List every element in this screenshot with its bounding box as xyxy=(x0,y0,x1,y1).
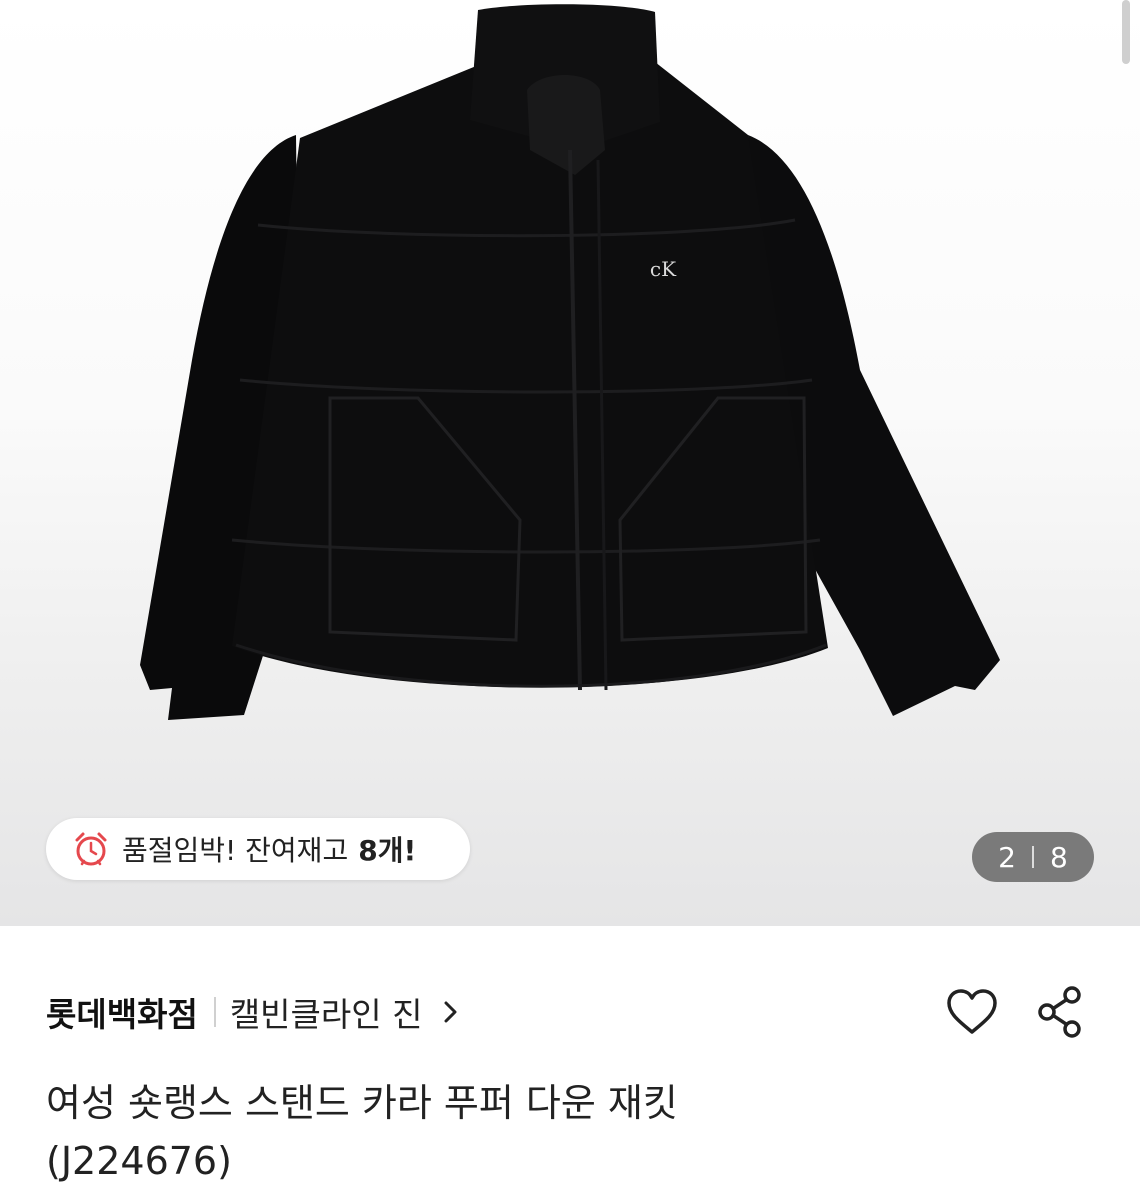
share-button[interactable] xyxy=(1032,984,1088,1040)
product-title-line1: 여성 숏랭스 스탠드 카라 푸퍼 다운 재킷 xyxy=(46,1081,678,1125)
heart-outline-icon xyxy=(947,989,997,1034)
low-stock-badge: 품절임박! 잔여재고 8개! xyxy=(46,818,470,880)
total-image-count: 8 xyxy=(1050,840,1068,874)
product-detail-page: cK 품절임박! 잔여재고 8개! 2 8 롯데백화점 캘빈클라인 진 여성 숏… xyxy=(0,0,1140,1200)
product-title-line2: (J224676) xyxy=(46,1139,232,1183)
product-image-gallery[interactable]: cK 품절임박! 잔여재고 8개! 2 8 xyxy=(0,0,1140,926)
brand-divider xyxy=(213,997,216,1027)
chevron-right-icon[interactable] xyxy=(442,1000,460,1024)
scrollbar-thumb[interactable] xyxy=(1122,0,1130,64)
stock-count: 8개! xyxy=(358,834,417,867)
stock-notice-text: 품절임박! 잔여재고 xyxy=(122,834,349,867)
product-photo: cK xyxy=(140,4,1000,720)
alarm-clock-icon xyxy=(75,832,107,866)
current-image-index: 2 xyxy=(998,840,1016,874)
product-title: 여성 숏랭스 스탠드 카라 푸퍼 다운 재킷 (J224676) xyxy=(46,1074,1086,1190)
product-actions xyxy=(944,984,1088,1040)
brand-link[interactable]: 캘빈클라인 진 xyxy=(230,988,423,1036)
counter-divider xyxy=(1032,846,1034,868)
brand-logo: cK xyxy=(650,257,677,281)
share-icon xyxy=(1038,986,1081,1038)
store-name[interactable]: 롯데백화점 xyxy=(46,988,198,1036)
image-page-counter: 2 8 xyxy=(972,832,1094,882)
like-button[interactable] xyxy=(944,984,1000,1040)
